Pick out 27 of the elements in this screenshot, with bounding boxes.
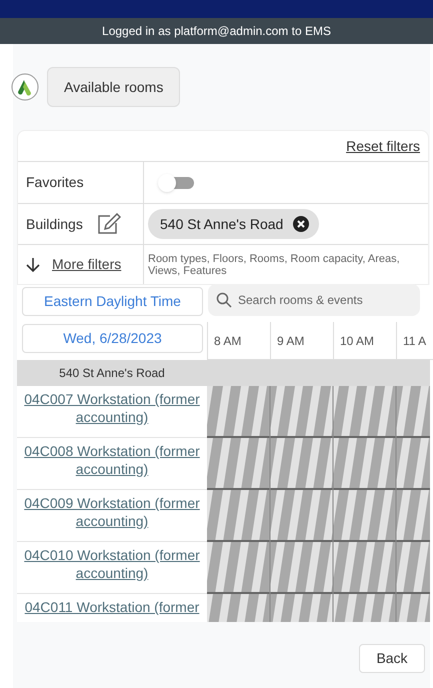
- hour-label: 10 AM: [340, 332, 374, 350]
- room-link[interactable]: 04C007 Workstation (former accounting): [17, 390, 207, 426]
- hour-label: 9 AM: [277, 332, 304, 350]
- hour-label: 8 AM: [214, 332, 242, 350]
- timezone-button[interactable]: Eastern Daylight Time: [22, 287, 203, 316]
- favorites-toggle[interactable]: [158, 174, 196, 192]
- room-link[interactable]: 04C011 Workstation (former: [24, 598, 200, 616]
- hour-label: 11 A: [403, 332, 426, 350]
- search-icon: [216, 292, 232, 308]
- available-rooms-button[interactable]: Available rooms: [47, 67, 180, 107]
- login-status-text: Logged in as platform@admin.com to EMS: [102, 23, 331, 40]
- room-link[interactable]: 04C010 Workstation (former accounting): [17, 546, 207, 582]
- edit-icon[interactable]: [96, 213, 121, 235]
- more-filters-link[interactable]: More filters: [52, 254, 122, 275]
- date-button[interactable]: Wed, 6/28/2023: [22, 324, 203, 353]
- room-link[interactable]: 04C009 Workstation (former accounting): [17, 494, 207, 530]
- favorites-label: Favorites: [26, 173, 84, 192]
- remove-icon[interactable]: [293, 216, 310, 232]
- back-button[interactable]: Back: [359, 644, 425, 673]
- down-arrow-icon: [26, 256, 40, 272]
- building-group-header: 540 St Anne's Road: [59, 365, 165, 382]
- buildings-label: Buildings: [26, 214, 83, 234]
- filter-summary-text: Room types, Floors, Rooms, Room capacity, Areas, Views, Features: [148, 252, 401, 276]
- room-link[interactable]: 04C008 Workstation (former accounting): [17, 442, 207, 478]
- building-chip[interactable]: 540 St Anne's Road: [148, 209, 320, 239]
- search-field[interactable]: Search rooms & events: [208, 284, 420, 316]
- reset-filters-link[interactable]: Reset filters: [346, 136, 420, 156]
